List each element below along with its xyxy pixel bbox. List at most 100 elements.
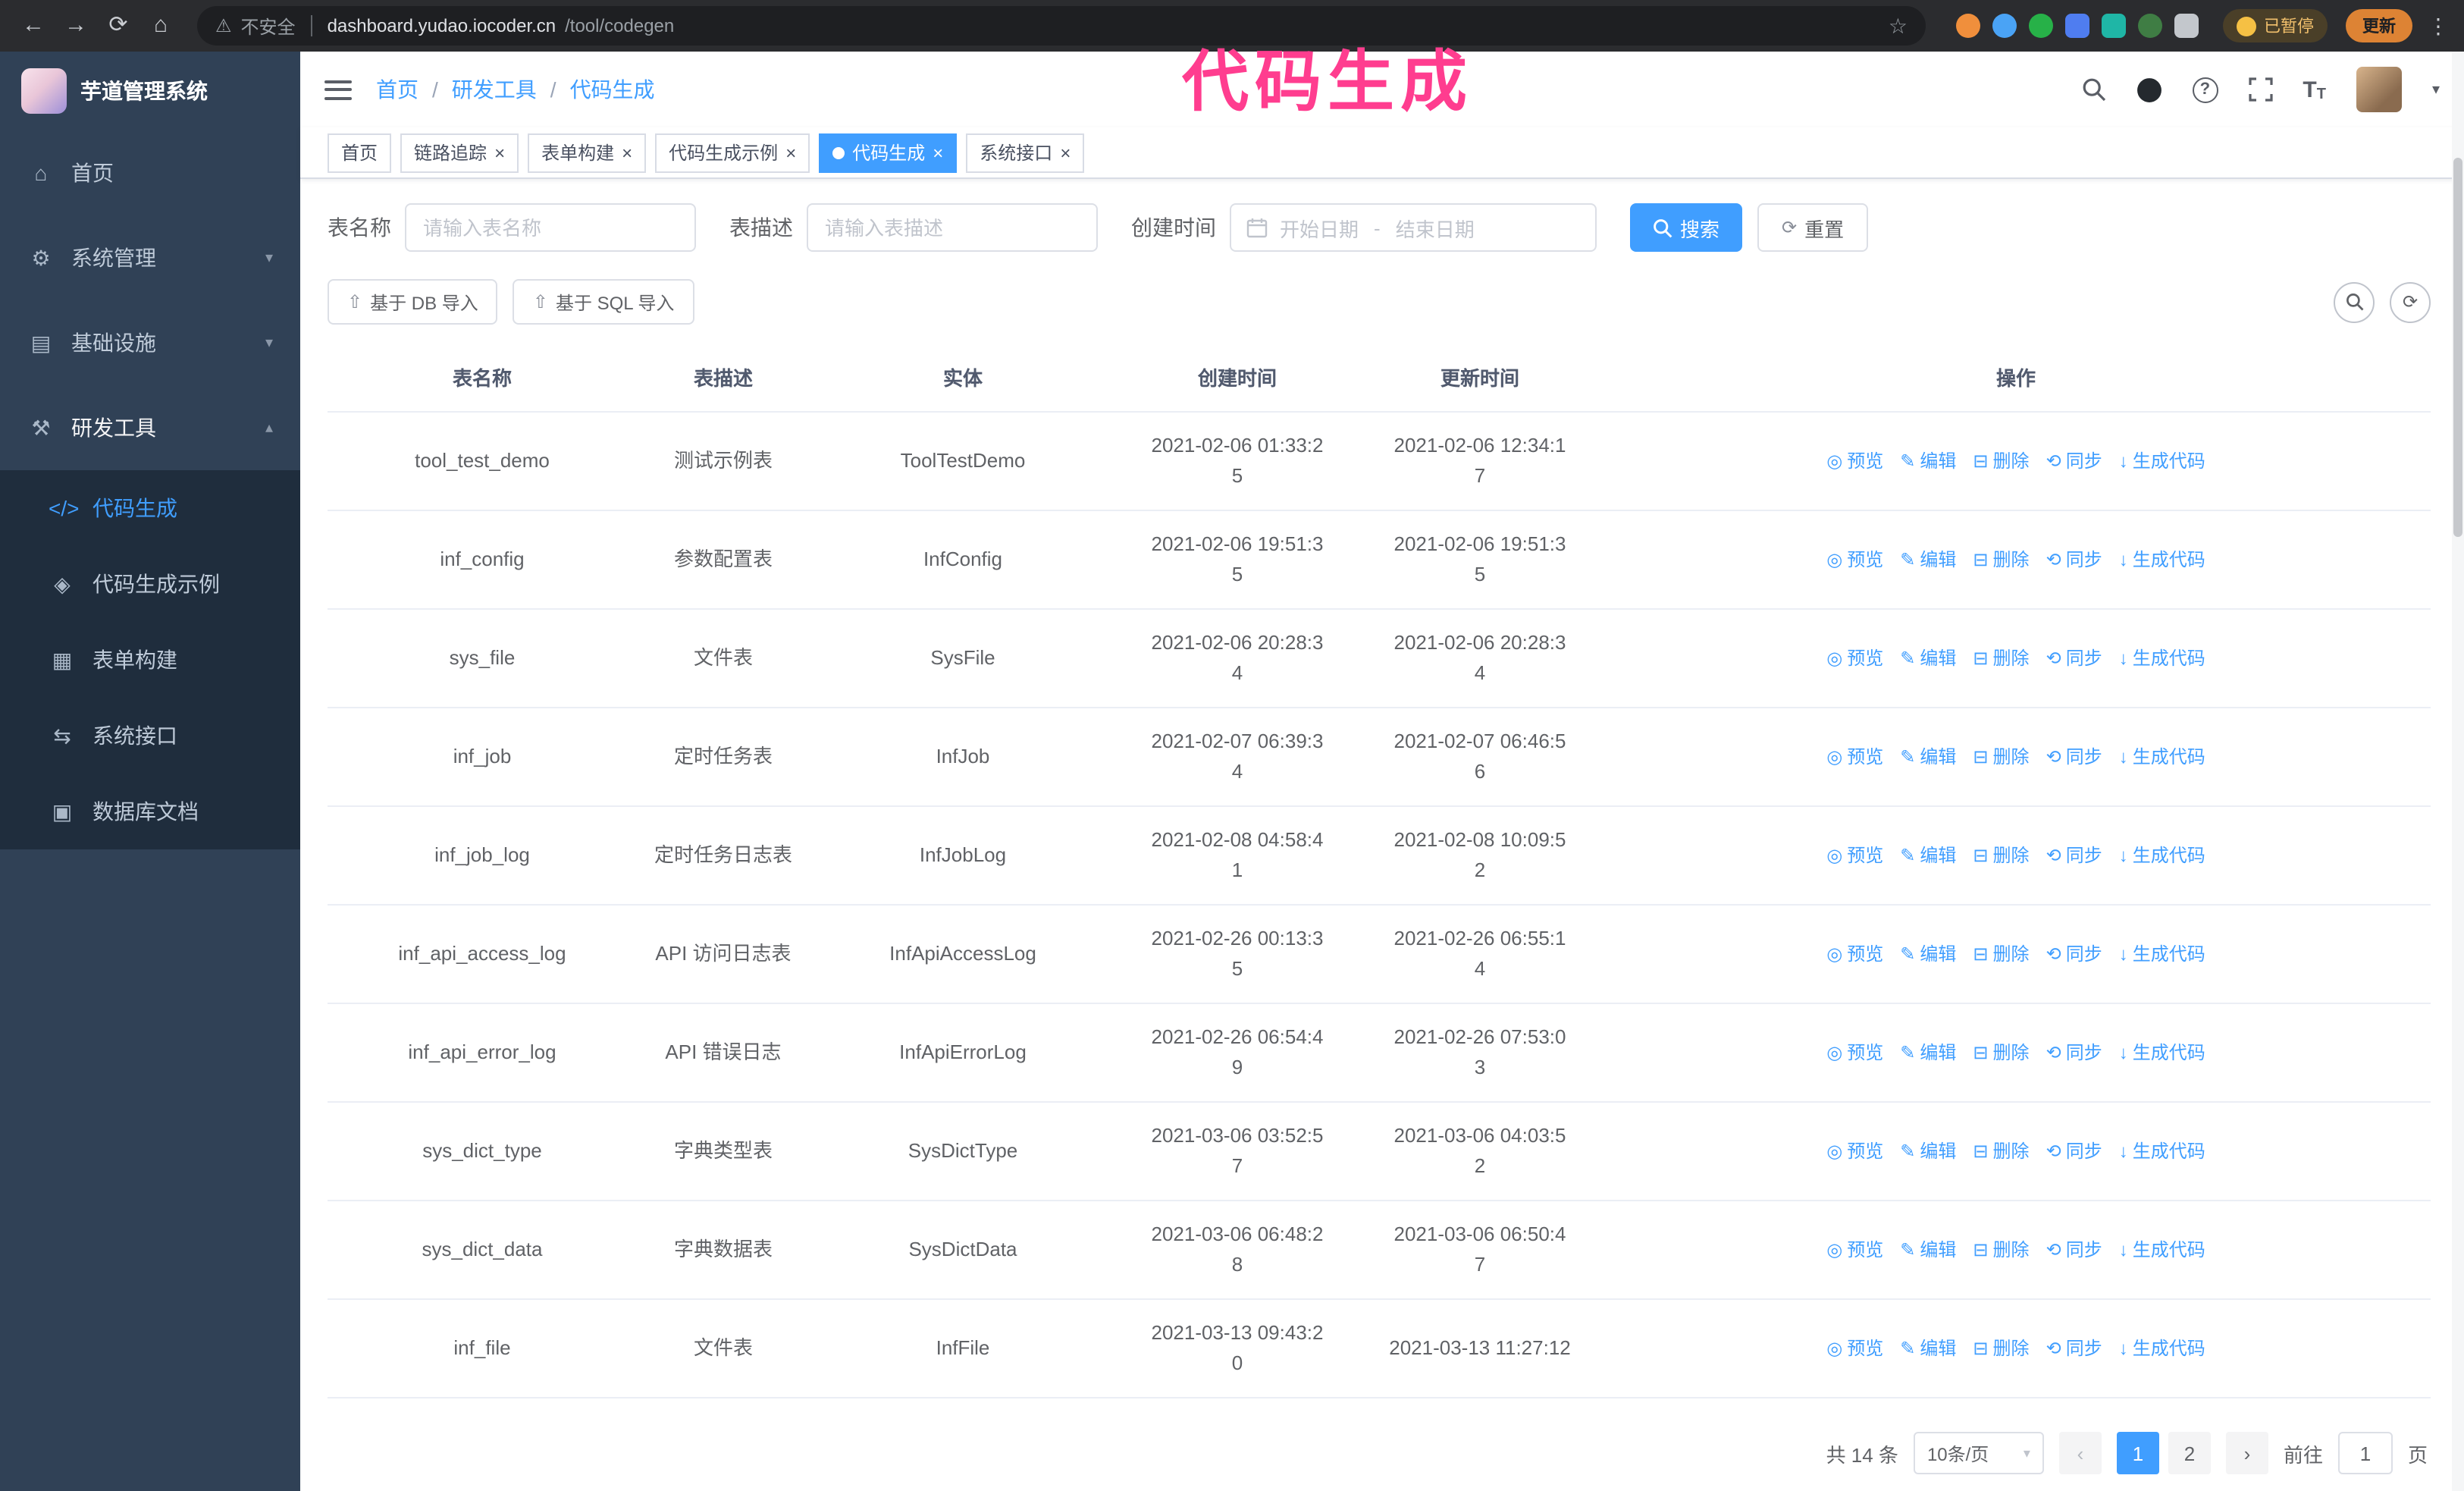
action-sync[interactable]: ⟲ 同步 [2046, 545, 2102, 575]
tab-1[interactable]: 链路追踪 × [400, 133, 519, 172]
tab-3[interactable]: 代码生成示例 × [655, 133, 810, 172]
action-generate[interactable]: ↓ 生成代码 [2119, 1333, 2205, 1364]
tab-close-icon[interactable]: × [1060, 143, 1071, 162]
sidebar-subitem-codegen[interactable]: </> 代码生成 [0, 470, 300, 546]
tab-4[interactable]: 代码生成 × [819, 133, 958, 172]
action-generate[interactable]: ↓ 生成代码 [2119, 1037, 2205, 1068]
back-icon[interactable]: ← [15, 8, 52, 44]
action-edit[interactable]: ✎ 编辑 [1900, 1136, 1956, 1166]
action-edit[interactable]: ✎ 编辑 [1900, 643, 1956, 673]
action-generate[interactable]: ↓ 生成代码 [2119, 1235, 2205, 1265]
action-edit[interactable]: ✎ 编辑 [1900, 1333, 1956, 1364]
action-preview[interactable]: ◎ 预览 [1826, 545, 1883, 575]
reload-icon[interactable]: ⟳ [100, 8, 136, 44]
browser-extension-icon-3[interactable] [2029, 14, 2053, 38]
browser-home-icon[interactable]: ⌂ [143, 8, 179, 44]
chevron-down-icon[interactable]: ▾ [2432, 81, 2440, 98]
reset-button[interactable]: ⟳ 重置 [1757, 203, 1869, 252]
sidebar-subitem-form-builder[interactable]: ▦ 表单构建 [0, 622, 300, 698]
action-generate[interactable]: ↓ 生成代码 [2119, 545, 2205, 575]
page-button-1[interactable]: 1 [2116, 1432, 2159, 1474]
action-sync[interactable]: ⟲ 同步 [2046, 840, 2102, 871]
table-desc-input[interactable] [807, 203, 1098, 252]
sidebar-item-system[interactable]: ⚙ 系统管理 ▾ [0, 215, 300, 300]
action-edit[interactable]: ✎ 编辑 [1900, 446, 1956, 476]
action-generate[interactable]: ↓ 生成代码 [2119, 939, 2205, 969]
browser-extension-icon-1[interactable] [1956, 14, 1980, 38]
action-edit[interactable]: ✎ 编辑 [1900, 1235, 1956, 1265]
action-preview[interactable]: ◎ 预览 [1826, 742, 1883, 772]
tab-5[interactable]: 系统接口 × [966, 133, 1085, 172]
user-avatar[interactable] [2356, 67, 2402, 112]
action-generate[interactable]: ↓ 生成代码 [2119, 742, 2205, 772]
action-delete[interactable]: ⊟ 删除 [1973, 1333, 2029, 1364]
breadcrumb-item-1[interactable]: 研发工具 [452, 74, 537, 105]
action-edit[interactable]: ✎ 编辑 [1900, 545, 1956, 575]
action-edit[interactable]: ✎ 编辑 [1900, 1037, 1956, 1068]
action-sync[interactable]: ⟲ 同步 [2046, 1037, 2102, 1068]
browser-extension-icon-6[interactable] [2138, 14, 2162, 38]
github-icon[interactable] [2136, 77, 2161, 102]
help-icon[interactable]: ? [2192, 77, 2218, 102]
page-scrollbar[interactable] [2452, 52, 2464, 1491]
action-sync[interactable]: ⟲ 同步 [2046, 1235, 2102, 1265]
app-logo[interactable]: 芋道管理系统 [0, 52, 300, 130]
search-button[interactable]: 搜索 [1630, 203, 1743, 252]
chrome-update-button[interactable]: 更新 [2346, 9, 2412, 42]
forward-icon[interactable]: → [58, 8, 94, 44]
action-sync[interactable]: ⟲ 同步 [2046, 1136, 2102, 1166]
action-delete[interactable]: ⊟ 删除 [1973, 545, 2029, 575]
address-bar[interactable]: ⚠ 不安全 dashboard.yudao.iocoder.cn/tool/co… [197, 6, 1926, 46]
sidebar-item-devtools[interactable]: ⚒ 研发工具 ▴ [0, 385, 300, 470]
sidebar-item-home[interactable]: ⌂ 首页 [0, 130, 300, 215]
date-range-picker[interactable]: 开始日期 - 结束日期 [1230, 203, 1597, 252]
action-generate[interactable]: ↓ 生成代码 [2119, 446, 2205, 476]
browser-extension-icon-2[interactable] [1992, 14, 2017, 38]
bookmark-star-icon[interactable]: ☆ [1889, 13, 1908, 39]
scrollbar-thumb[interactable] [2453, 158, 2462, 537]
action-preview[interactable]: ◎ 预览 [1826, 643, 1883, 673]
action-preview[interactable]: ◎ 预览 [1826, 939, 1883, 969]
sidebar-subitem-system-api[interactable]: ⇆ 系统接口 [0, 698, 300, 774]
action-delete[interactable]: ⊟ 删除 [1973, 1136, 2029, 1166]
browser-extension-icon-4[interactable] [2065, 14, 2089, 38]
header-search-icon[interactable] [2081, 77, 2105, 102]
action-preview[interactable]: ◎ 预览 [1826, 1235, 1883, 1265]
import-db-button[interactable]: ⇧ 基于 DB 导入 [328, 279, 498, 325]
sidebar-subitem-db-doc[interactable]: ▣ 数据库文档 [0, 774, 300, 849]
table-name-input[interactable] [405, 203, 696, 252]
action-preview[interactable]: ◎ 预览 [1826, 1037, 1883, 1068]
font-size-icon[interactable]: TT [2303, 77, 2326, 102]
action-preview[interactable]: ◎ 预览 [1826, 840, 1883, 871]
tab-close-icon[interactable]: × [785, 143, 796, 162]
action-edit[interactable]: ✎ 编辑 [1900, 939, 1956, 969]
action-sync[interactable]: ⟲ 同步 [2046, 1333, 2102, 1364]
action-delete[interactable]: ⊟ 删除 [1973, 1235, 2029, 1265]
action-delete[interactable]: ⊟ 删除 [1973, 1037, 2029, 1068]
action-edit[interactable]: ✎ 编辑 [1900, 840, 1956, 871]
action-edit[interactable]: ✎ 编辑 [1900, 742, 1956, 772]
tab-close-icon[interactable]: × [933, 143, 943, 162]
goto-page-input[interactable] [2337, 1432, 2393, 1474]
toggle-search-button[interactable] [2334, 281, 2375, 322]
action-generate[interactable]: ↓ 生成代码 [2119, 840, 2205, 871]
tab-0[interactable]: 首页 [328, 133, 392, 172]
tab-2[interactable]: 表单构建 × [528, 133, 647, 172]
breadcrumb-item-0[interactable]: 首页 [376, 74, 419, 105]
prev-page-button[interactable]: ‹ [2058, 1432, 2102, 1474]
hamburger-icon[interactable] [324, 80, 352, 99]
sidebar-subitem-codegen-demo[interactable]: ◈ 代码生成示例 [0, 546, 300, 622]
action-sync[interactable]: ⟲ 同步 [2046, 742, 2102, 772]
action-generate[interactable]: ↓ 生成代码 [2119, 643, 2205, 673]
sidebar-item-infra[interactable]: ▤ 基础设施 ▾ [0, 300, 300, 385]
action-preview[interactable]: ◎ 预览 [1826, 1136, 1883, 1166]
refresh-table-button[interactable]: ⟳ [2390, 281, 2431, 322]
breadcrumb-item-2[interactable]: 代码生成 [570, 74, 655, 105]
action-sync[interactable]: ⟲ 同步 [2046, 643, 2102, 673]
chrome-menu-icon[interactable]: ⋮ [2428, 13, 2449, 39]
import-sql-button[interactable]: ⇧ 基于 SQL 导入 [513, 279, 694, 325]
action-generate[interactable]: ↓ 生成代码 [2119, 1136, 2205, 1166]
action-sync[interactable]: ⟲ 同步 [2046, 446, 2102, 476]
action-delete[interactable]: ⊟ 删除 [1973, 840, 2029, 871]
fullscreen-icon[interactable] [2248, 77, 2272, 102]
